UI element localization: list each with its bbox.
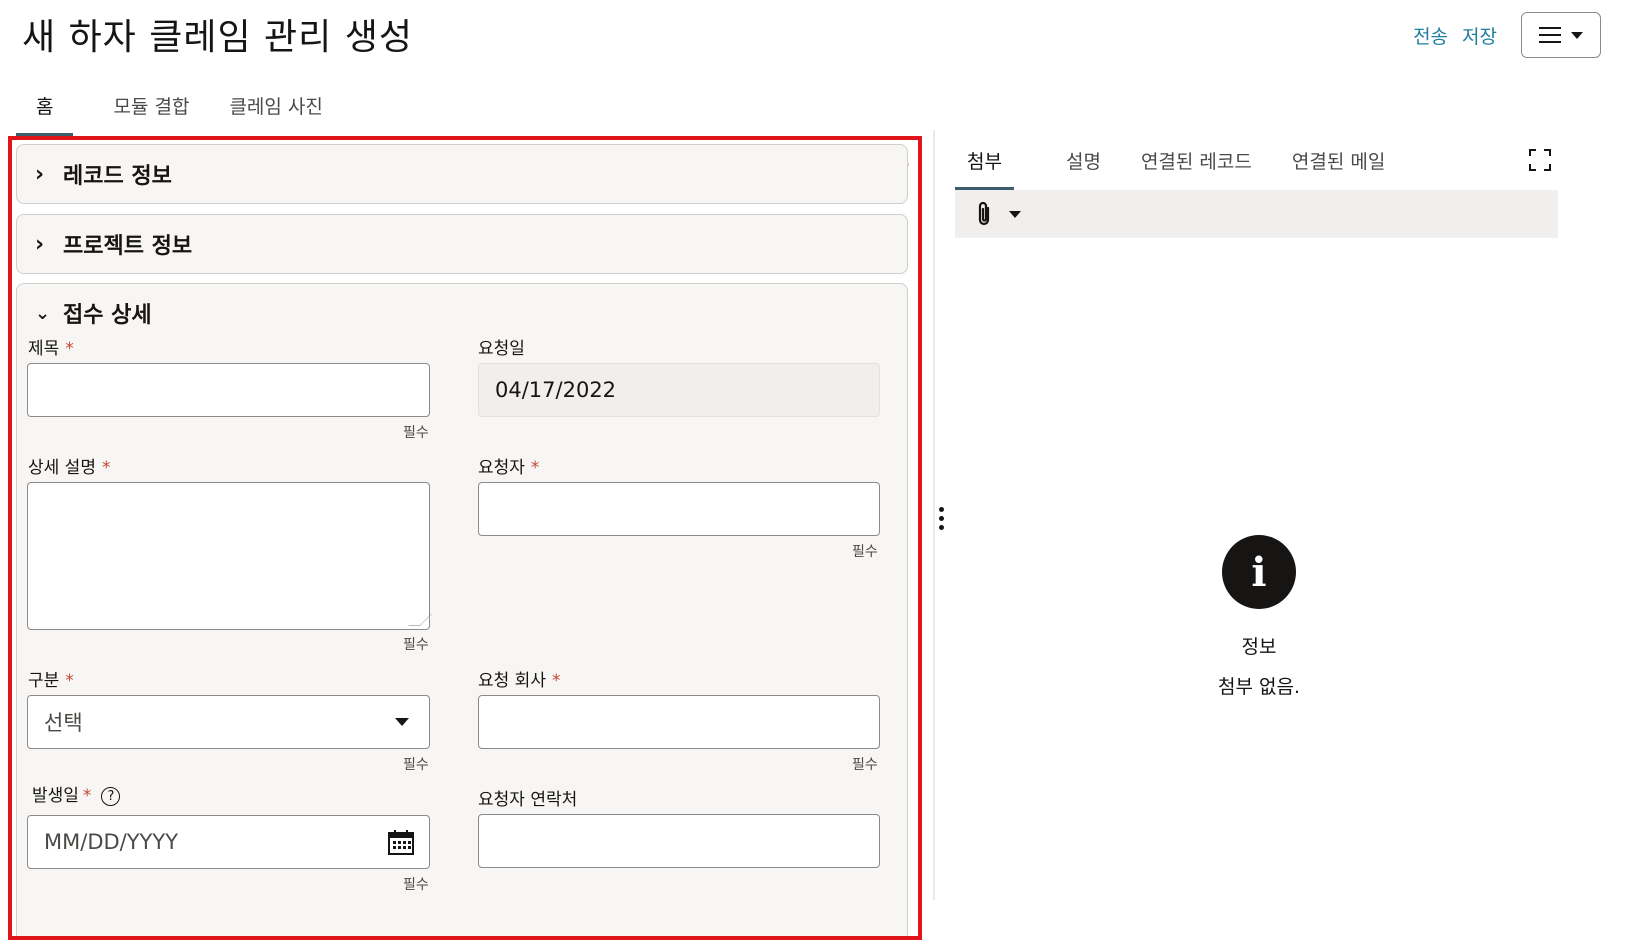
- chevron-down-icon[interactable]: [1009, 210, 1021, 218]
- page-title: 새 하자 클레임 관리 생성: [22, 17, 413, 58]
- section-title: 프로젝트 정보: [63, 234, 193, 259]
- required-note: 필수: [403, 877, 429, 893]
- resize-handle-icon[interactable]: [408, 614, 432, 626]
- requester-company-input[interactable]: [478, 695, 880, 749]
- occurrence-date-input[interactable]: MM/DD/YYYY: [27, 815, 430, 869]
- section-title: 접수 상세: [63, 303, 152, 328]
- attachment-toolbar: [955, 190, 1558, 238]
- calendar-icon[interactable]: [387, 828, 415, 856]
- submit-button[interactable]: 전송: [1413, 22, 1448, 49]
- panel-divider: [933, 130, 935, 900]
- tab-home[interactable]: 홈: [16, 84, 74, 136]
- paperclip-icon[interactable]: [973, 200, 995, 228]
- tab-claim-photos[interactable]: 클레임 사진: [229, 84, 322, 136]
- chevron-down-icon: [395, 718, 409, 726]
- tab-linked-records[interactable]: 연결된 레코드: [1141, 130, 1252, 190]
- requester-label: 요청자 *: [478, 458, 540, 478]
- request-date-label: 요청일: [478, 339, 525, 359]
- splitter-handle-icon[interactable]: [939, 507, 944, 530]
- subject-label: 제목 *: [28, 339, 74, 359]
- save-button[interactable]: 저장: [1462, 22, 1497, 49]
- tab-description[interactable]: 설명: [1066, 130, 1101, 190]
- requester-contact-label: 요청자 연락처: [478, 790, 578, 810]
- chevron-right-icon: ›: [35, 231, 45, 257]
- description-textarea[interactable]: [27, 482, 432, 630]
- subject-input[interactable]: [27, 363, 430, 417]
- occurrence-date-label: 발생일 *?: [32, 781, 121, 806]
- header-actions: 전송 저장: [1413, 12, 1601, 58]
- tab-attachments[interactable]: 첨부: [955, 130, 1014, 190]
- chevron-right-icon: ›: [35, 161, 45, 187]
- request-date-field: 04/17/2022: [478, 363, 880, 417]
- section-intake-detail-header[interactable]: ⌄ 접수 상세: [17, 284, 907, 342]
- hamburger-icon: [1539, 27, 1561, 43]
- info-icon: i: [1222, 535, 1296, 609]
- section-record-info[interactable]: › 레코드 정보: [16, 144, 908, 204]
- empty-state-title: 정보: [1241, 636, 1277, 658]
- form-panel: 1 › 레코드 정보 › 프로젝트 정보 ⌄ 접수 상세 제목* 필수 요청일 …: [8, 136, 922, 940]
- expand-icon[interactable]: [1528, 148, 1552, 172]
- requester-input[interactable]: [478, 482, 880, 536]
- description-label: 상세 설명 *: [28, 458, 111, 478]
- section-title: 레코드 정보: [63, 164, 172, 189]
- required-note: 필수: [403, 637, 429, 653]
- category-select[interactable]: 선택: [27, 695, 430, 749]
- chevron-down-icon: ⌄: [35, 302, 51, 324]
- requester-company-label: 요청 회사 *: [478, 671, 561, 691]
- section-project-info[interactable]: › 프로젝트 정보: [16, 214, 908, 274]
- category-label: 구분 *: [28, 671, 74, 691]
- help-icon[interactable]: ?: [101, 786, 121, 806]
- actions-menu-button[interactable]: [1521, 12, 1601, 58]
- required-note: 필수: [852, 757, 878, 773]
- empty-state-message: 첨부 없음.: [1218, 676, 1300, 698]
- tab-module-join[interactable]: 모듈 결합: [113, 84, 189, 136]
- required-note: 필수: [852, 544, 878, 560]
- required-note: 필수: [403, 425, 429, 441]
- main-tabs: 홈 모듈 결합 클레임 사진: [16, 84, 363, 136]
- tab-linked-mail[interactable]: 연결된 메일: [1292, 130, 1385, 190]
- side-panel-tabs: 첨부 설명 연결된 레코드 연결된 메일: [955, 130, 1558, 190]
- required-note: 필수: [403, 757, 429, 773]
- chevron-down-icon: [1571, 31, 1583, 39]
- requester-contact-input[interactable]: [478, 814, 880, 868]
